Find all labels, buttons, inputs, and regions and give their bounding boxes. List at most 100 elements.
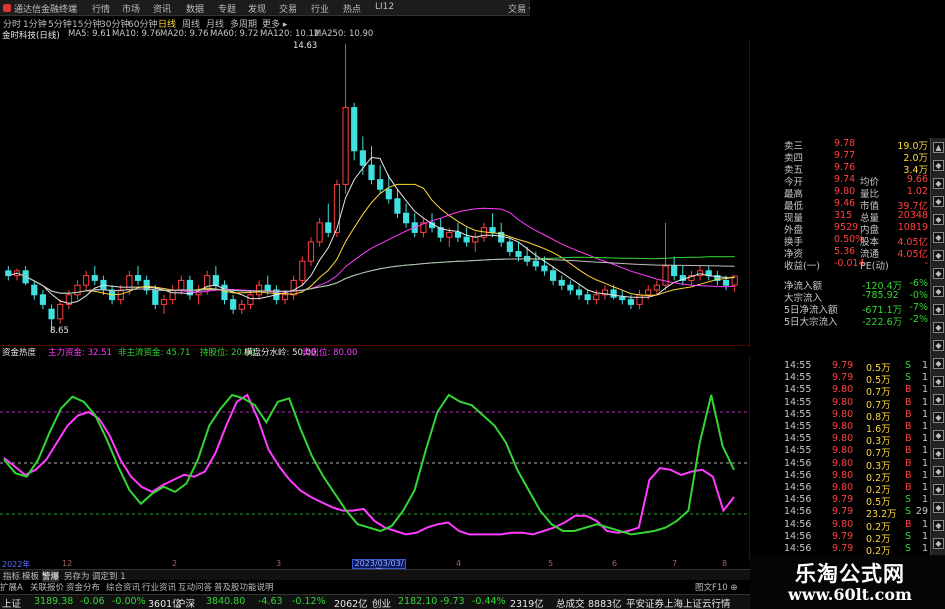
status-item: 8883亿 <box>588 599 622 609</box>
candle-body <box>290 279 297 296</box>
side-button-5[interactable]: ◆ <box>933 214 944 225</box>
tick-count: 1 <box>921 445 928 457</box>
side-button-19[interactable]: ◆ <box>933 466 944 477</box>
tick-time: 14:55 <box>784 408 812 420</box>
side-button-20[interactable]: ◆ <box>933 484 944 495</box>
tick-count: 1 <box>921 396 928 408</box>
bottom-tab-bar: 指标 模板 警爆 另存为 调定到 1 扩展A 关联报价 资金分布 综合资讯 行业… <box>0 569 750 593</box>
status-item: 2319亿 <box>510 599 544 609</box>
side-button-2[interactable]: ◆ <box>933 160 944 171</box>
month-label-12: 12 <box>62 559 73 568</box>
tab-help[interactable]: 普及股功能说明 <box>214 581 274 593</box>
tick-time: 14:56 <box>784 457 812 469</box>
tick-time: 14:56 <box>784 494 812 506</box>
tick-count: 1 <box>921 421 928 432</box>
flow-row: 净流入额 -120.4万 -6% <box>750 278 930 292</box>
side-button-22[interactable]: ◆ <box>933 520 944 531</box>
tab-related-quote[interactable]: 关联报价 <box>30 581 64 593</box>
quote-row: 换手 0.50% 股本 4.05亿 <box>750 234 930 248</box>
candle-body <box>662 265 669 286</box>
side-button-4[interactable]: ◆ <box>933 196 944 207</box>
menu-item-industry[interactable]: 行业 <box>311 2 329 15</box>
tick-count: 1 <box>921 372 928 384</box>
tab-extend-a[interactable]: 扩展A <box>0 581 23 593</box>
candle-body <box>351 107 358 152</box>
quote-key-2: PE(动) <box>860 261 889 272</box>
flow-value: -222.6万 <box>862 317 903 328</box>
tab-general-news[interactable]: 综合资讯 <box>106 581 140 593</box>
tick-side: S <box>905 360 912 371</box>
tick-time: 14:56 <box>784 506 812 518</box>
side-button-17[interactable]: ◆ <box>933 430 944 441</box>
tick-price: 9.80 <box>832 384 854 396</box>
menu-item-discover[interactable]: 发现 <box>248 2 266 15</box>
candle-body <box>515 251 522 257</box>
candle-body <box>446 231 453 238</box>
quote-row: 卖四 9.77 2.0万 <box>750 150 930 164</box>
tick-count: 1 <box>921 530 928 542</box>
tick-row: 14:55 9.80 0.7万 B 1 <box>750 445 930 459</box>
side-button-15[interactable]: ◆ <box>933 394 944 405</box>
candle-body <box>247 294 254 305</box>
quote-value: 5.36 <box>834 246 856 257</box>
side-button-16[interactable]: ◆ <box>933 412 944 423</box>
tick-time: 14:55 <box>784 433 812 445</box>
candle-body <box>368 164 375 181</box>
candle-body <box>610 289 617 298</box>
menu-item-hot[interactable]: 热点 <box>343 2 361 15</box>
title-bar: 通达信金融终端 行情 市场 资讯 数据 专题 发现 交易 行业 热点 LI12 … <box>0 0 533 16</box>
tick-price: 9.80 <box>832 408 854 420</box>
tick-side: S <box>905 372 912 384</box>
tab-industry-news[interactable]: 行业资讯 <box>142 581 176 593</box>
app-title: 通达信金融终端 <box>14 5 78 15</box>
side-button-11[interactable]: ◆ <box>933 322 944 333</box>
tick-side: S <box>905 506 912 518</box>
menu-item-li12[interactable]: LI12 <box>375 2 394 12</box>
candle-body <box>593 294 600 301</box>
side-button-7[interactable]: ◆ <box>933 250 944 261</box>
side-button-13[interactable]: ◆ <box>933 358 944 369</box>
tab-qa[interactable]: 互动问答 <box>178 581 212 593</box>
tick-time: 14:56 <box>784 518 812 530</box>
quote-row: 净资 5.36 流通 4.05亿 <box>750 246 930 260</box>
status-item[interactable]: 平安证券上海上证云行情 <box>626 596 731 609</box>
status-item: 3189.38 <box>34 596 74 607</box>
month-label-4: 4 <box>456 559 462 568</box>
side-button-1[interactable]: ▲ <box>933 142 944 153</box>
chart-area[interactable]: 12.5012.0011.5011.0010.5010.009.509.0087… <box>0 40 750 559</box>
side-button-3[interactable]: ◆ <box>933 178 944 189</box>
status-item: 沪深 <box>176 599 196 609</box>
candle-body <box>671 265 678 277</box>
menu-item-quotes[interactable]: 行情 <box>92 2 110 15</box>
side-button-10[interactable]: ◆ <box>933 304 944 315</box>
tick-count: 1 <box>921 384 928 396</box>
candle-body <box>653 284 660 291</box>
quote-value-2: - <box>924 258 928 269</box>
tick-count: 1 <box>921 494 928 506</box>
side-button-12[interactable]: ◆ <box>933 340 944 351</box>
nonmain-fund-label: 非主流资金: 45.71 <box>118 348 191 358</box>
crosshair-date-label: 2023/03/03/五 <box>352 559 406 576</box>
menu-item-data[interactable]: 数据 <box>186 2 204 15</box>
quote-row: 今开 9.74 均价 9.66 <box>750 174 930 188</box>
menu-item-market[interactable]: 市场 <box>122 2 140 15</box>
tick-side: B <box>905 482 912 493</box>
menu-item-news[interactable]: 资讯 <box>153 2 171 15</box>
menu-item-topics[interactable]: 专题 <box>218 2 236 15</box>
side-button-14[interactable]: ◆ <box>933 376 944 387</box>
side-button-8[interactable]: ◆ <box>933 268 944 279</box>
candle-body <box>394 198 401 214</box>
market-status-bar: 上证 3189.38 -0.06 -0.00% 3601亿 沪深 3840.80 -4.63-… <box>0 594 750 609</box>
candle-body <box>333 183 341 233</box>
side-button-9[interactable]: ◆ <box>933 286 944 297</box>
menu-item-trade[interactable]: 交易 <box>279 2 297 15</box>
f10-button[interactable]: 图文F10 ⊕ <box>695 581 738 593</box>
quote-row: 最低 9.46 市值 39.7亿 <box>750 198 930 212</box>
side-button-6[interactable]: ◆ <box>933 232 944 243</box>
tab-fund-distribution[interactable]: 资金分布 <box>66 581 100 593</box>
side-button-18[interactable]: ◆ <box>933 448 944 459</box>
tick-side: S <box>905 543 912 554</box>
candle-body <box>722 279 730 286</box>
side-button-21[interactable]: ◆ <box>933 502 944 513</box>
side-button-23[interactable]: ◆ <box>933 538 944 549</box>
